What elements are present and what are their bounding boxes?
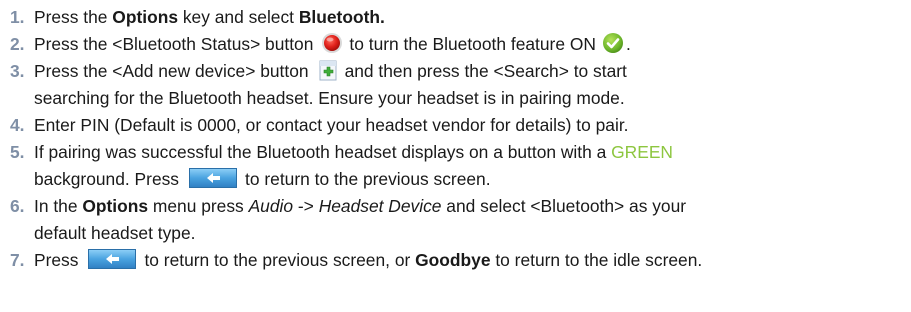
step-text: In the Options menu press Audio -> Heads…: [34, 196, 687, 243]
step-text: Press to return to the previous screen, …: [34, 249, 703, 270]
step-1: 1. Press the Options key and select Blue…: [10, 4, 911, 31]
step-number: 6.: [10, 196, 25, 216]
step-number: 3.: [10, 61, 25, 81]
step-number: 2.: [10, 34, 25, 54]
step-number: 5.: [10, 142, 25, 162]
step-text: Press the <Add new device> button and th…: [34, 59, 627, 108]
options-menu-label: Options: [82, 196, 149, 216]
step-5: 5. If pairing was successful the Bluetoo…: [10, 139, 911, 193]
green-checkmark-icon: [602, 32, 624, 54]
step-2: 2. Press the <Bluetooth Status> button t…: [10, 31, 911, 58]
step-text: If pairing was successful the Bluetooth …: [34, 142, 673, 189]
goodbye-label: Goodbye: [415, 250, 491, 270]
back-arrow-button-icon: [189, 168, 238, 189]
headset-device-label: Headset Device: [318, 196, 442, 216]
back-arrow-button-icon: [88, 249, 137, 270]
step-number: 1.: [10, 7, 25, 27]
step-4: 4. Enter PIN (Default is 0000, or contac…: [10, 112, 911, 139]
step-number: 4.: [10, 115, 25, 135]
audio-menu-label: Audio: [248, 196, 294, 216]
bluetooth-label: Bluetooth.: [298, 7, 385, 27]
step-text: Press the <Bluetooth Status> button to t…: [34, 32, 631, 54]
step-3: 3. Press the <Add new device> button and…: [10, 58, 911, 112]
options-key-label: Options: [112, 7, 178, 27]
step-text: Press the Options key and select Bluetoo…: [34, 7, 385, 27]
green-word: GREEN: [611, 142, 673, 162]
instruction-list: 1. Press the Options key and select Blue…: [0, 0, 911, 274]
step-text: Enter PIN (Default is 0000, or contact y…: [34, 115, 629, 135]
red-record-button-icon: [321, 32, 343, 54]
step-6: 6. In the Options menu press Audio -> He…: [10, 193, 911, 247]
add-device-plus-icon: [317, 59, 339, 81]
step-number: 7.: [10, 250, 25, 270]
step-7: 7. Press to return to the previous scree…: [10, 247, 911, 274]
